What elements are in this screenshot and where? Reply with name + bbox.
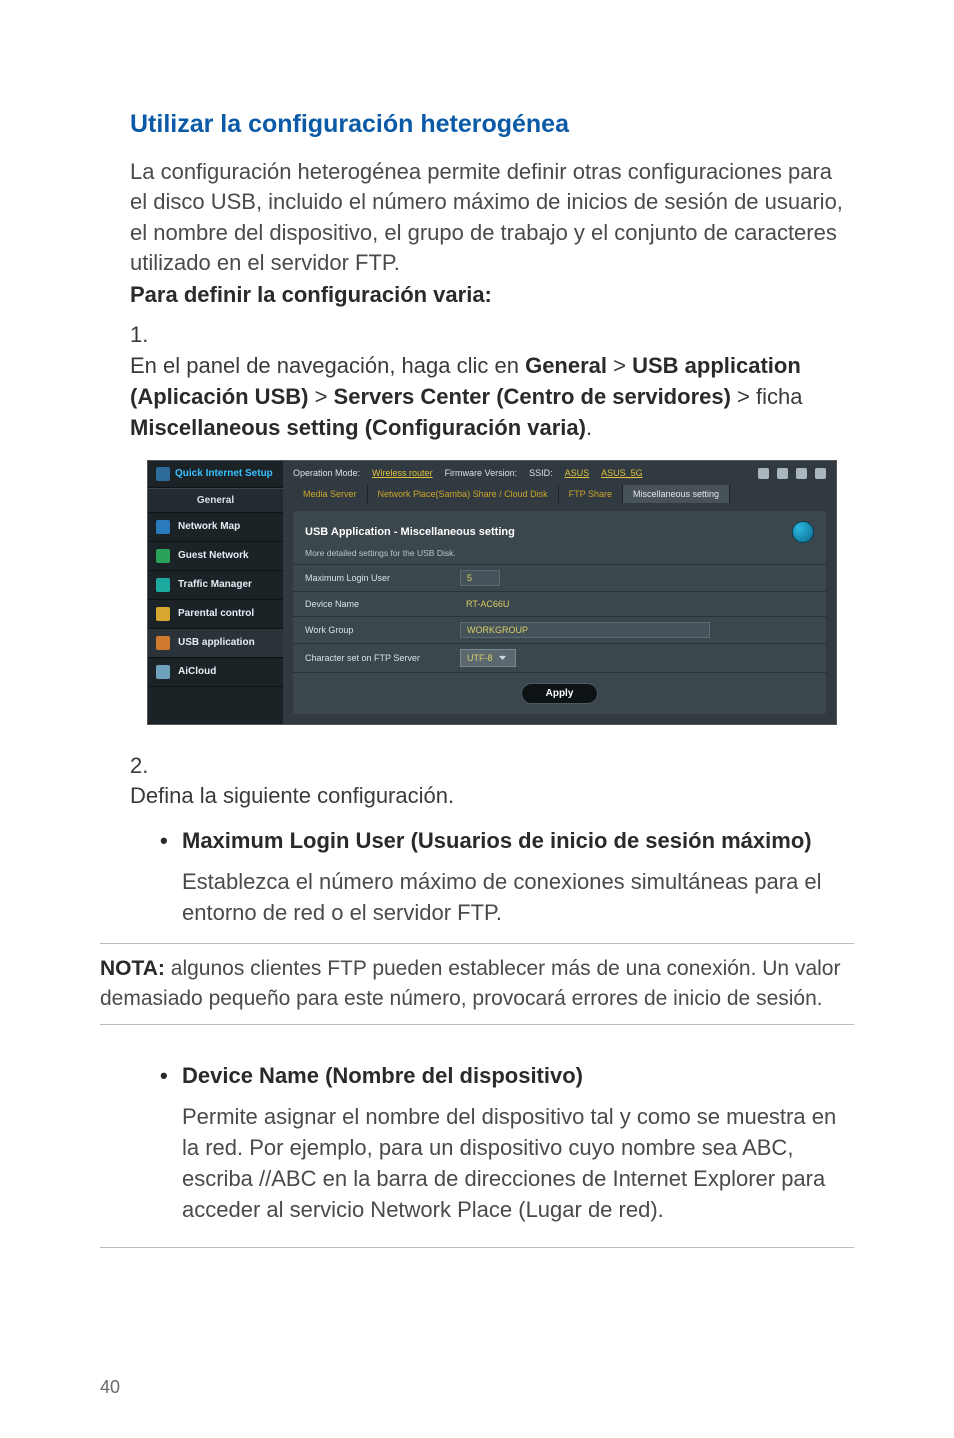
device-name-value[interactable]: RT-AC66U <box>460 597 515 611</box>
page-number: 40 <box>100 1377 120 1398</box>
intro-paragraph: La configuración heterogénea permite def… <box>130 157 854 278</box>
field-label: Device Name <box>305 599 460 609</box>
bullet-title: Maximum Login User (Usuarios de inicio d… <box>182 828 812 853</box>
sidebar-item-aicloud[interactable]: AiCloud <box>148 658 283 687</box>
step-1-sep3: > ficha <box>731 384 803 409</box>
separator <box>100 1247 854 1248</box>
opmode-label: Operation Mode: <box>293 468 360 478</box>
bullet-title: Device Name (Nombre del dispositivo) <box>182 1063 583 1088</box>
step-1-sep2: > <box>308 384 333 409</box>
field-device-name: Device Name RT-AC66U <box>293 592 826 617</box>
sidebar-item-label: Network Map <box>178 521 240 532</box>
guest-network-icon <box>156 549 170 563</box>
sidebar-quick-internet-setup[interactable]: Quick Internet Setup <box>148 461 283 488</box>
sidebar-item-traffic-manager[interactable]: Traffic Manager <box>148 571 283 600</box>
note-label: NOTA: <box>100 957 165 980</box>
step-1-misc: Miscellaneous setting (Configuración var… <box>130 415 586 440</box>
sidebar-item-label: USB application <box>178 637 255 648</box>
procedure-heading: Para definir la configuración varia: <box>130 282 854 308</box>
top-status-bar: Operation Mode: Wireless router Firmware… <box>283 461 836 483</box>
step-1-text: En el panel de navegación, haga clic en … <box>130 351 820 443</box>
note-body: algunos clientes FTP pueden establecer m… <box>100 957 840 1010</box>
sidebar-item-label: AiCloud <box>178 666 216 677</box>
wand-icon <box>156 467 170 481</box>
qis-label: Quick Internet Setup <box>175 468 273 479</box>
bullet-maximum-login-body: Establezca el número máximo de conexione… <box>182 867 854 929</box>
charset-select[interactable]: UTF-8 <box>460 649 516 667</box>
fw-label: Firmware Version: <box>445 468 518 478</box>
field-label: Work Group <box>305 625 460 635</box>
max-login-input[interactable]: 5 <box>460 570 500 586</box>
settings-panel: USB Application - Miscellaneous setting … <box>293 511 826 714</box>
workgroup-input[interactable]: WORKGROUP <box>460 622 710 638</box>
parental-control-icon <box>156 607 170 621</box>
tab-media-server[interactable]: Media Server <box>293 485 368 503</box>
ssid-label: SSID: <box>529 468 553 478</box>
ssid-2[interactable]: ASUS_5G <box>601 468 643 478</box>
step-2-number: 2. <box>130 751 158 782</box>
logout-icon[interactable] <box>758 468 769 479</box>
panel-subtitle: More detailed settings for the USB Disk. <box>293 545 826 565</box>
step-1-servers: Servers Center (Centro de servidores) <box>334 384 731 409</box>
field-character-set: Character set on FTP Server UTF-8 <box>293 644 826 673</box>
language-icon[interactable] <box>796 468 807 479</box>
traffic-manager-icon <box>156 578 170 592</box>
bullet-device-name-body: Permite asignar el nombre del dispositiv… <box>182 1102 854 1225</box>
step-1-pre: En el panel de navegación, haga clic en <box>130 353 525 378</box>
sidebar-category-general: General <box>148 488 283 513</box>
apply-button[interactable]: Apply <box>521 683 599 704</box>
reboot-icon[interactable] <box>777 468 788 479</box>
ssid-1[interactable]: ASUS <box>565 468 590 478</box>
field-label: Character set on FTP Server <box>305 653 460 663</box>
router-admin-screenshot: Quick Internet Setup General Network Map… <box>147 460 837 725</box>
sidebar-item-label: Guest Network <box>178 550 249 561</box>
tools-icon[interactable] <box>815 468 826 479</box>
tab-network-place[interactable]: Network Place(Samba) Share / Cloud Disk <box>368 485 559 503</box>
sidebar-item-parental-control[interactable]: Parental control <box>148 600 283 629</box>
step-1-sep1: > <box>607 353 632 378</box>
refresh-icon[interactable] <box>792 521 814 543</box>
step-2: 2. Defina la siguiente configuración. <box>130 751 854 813</box>
tab-ftp-share[interactable]: FTP Share <box>559 485 623 503</box>
sidebar-item-usb-application[interactable]: USB application <box>148 629 283 658</box>
usb-application-icon <box>156 636 170 650</box>
note-box: NOTA: algunos clientes FTP pueden establ… <box>100 943 854 1026</box>
field-maximum-login-user: Maximum Login User 5 <box>293 565 826 592</box>
step-2-text: Defina la siguiente configuración. <box>130 781 820 812</box>
step-1: 1. En el panel de navegación, haga clic … <box>130 320 854 443</box>
field-work-group: Work Group WORKGROUP <box>293 617 826 644</box>
chevron-down-icon <box>497 652 509 664</box>
sidebar-item-label: Traffic Manager <box>178 579 252 590</box>
bullet-maximum-login: Maximum Login User (Usuarios de inicio d… <box>160 826 854 857</box>
bullet-device-name: Device Name (Nombre del dispositivo) <box>160 1061 854 1092</box>
tabs: Media Server Network Place(Samba) Share … <box>283 483 836 511</box>
charset-value: UTF-8 <box>467 653 493 663</box>
sidebar-item-network-map[interactable]: Network Map <box>148 513 283 542</box>
section-heading: Utilizar la configuración heterogénea <box>130 110 854 139</box>
tab-miscellaneous[interactable]: Miscellaneous setting <box>623 485 730 503</box>
sidebar-item-label: Parental control <box>178 608 254 619</box>
field-label: Maximum Login User <box>305 573 460 583</box>
panel-title: USB Application - Miscellaneous setting <box>305 526 515 538</box>
sidebar-item-guest-network[interactable]: Guest Network <box>148 542 283 571</box>
main-panel: Operation Mode: Wireless router Firmware… <box>283 461 836 724</box>
sidebar: Quick Internet Setup General Network Map… <box>148 461 283 724</box>
aicloud-icon <box>156 665 170 679</box>
network-map-icon <box>156 520 170 534</box>
step-1-post: . <box>586 415 592 440</box>
step-1-general: General <box>525 353 607 378</box>
step-1-number: 1. <box>130 320 158 351</box>
opmode-value[interactable]: Wireless router <box>372 468 433 478</box>
